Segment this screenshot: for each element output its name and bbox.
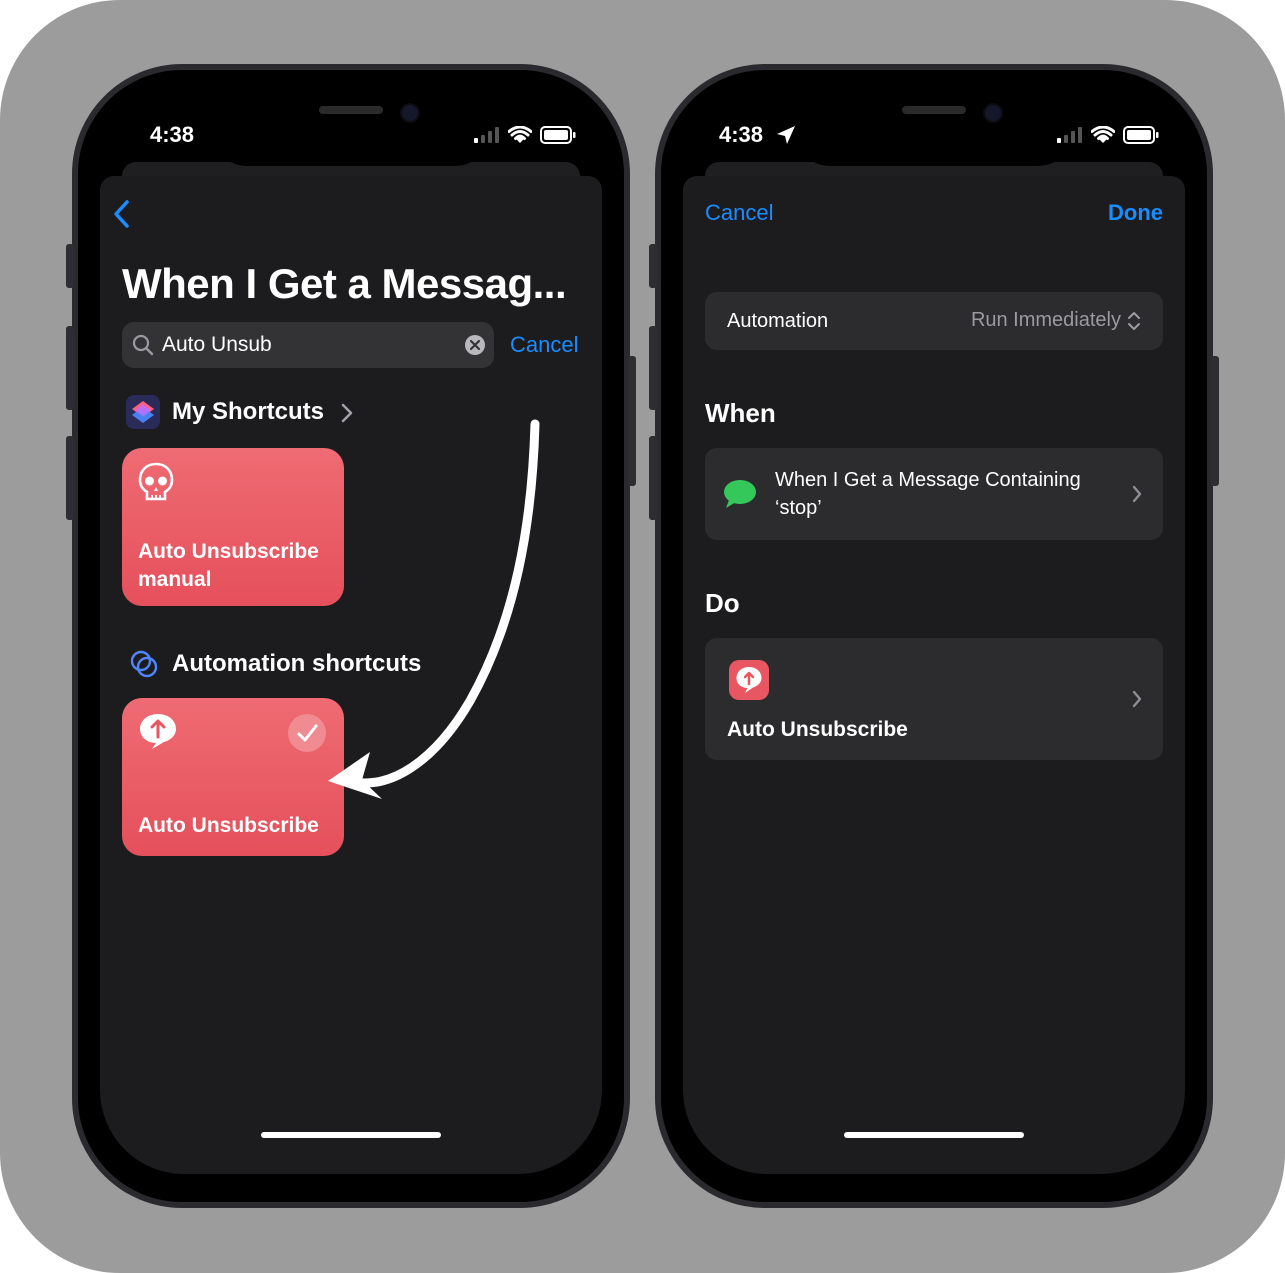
volume-up-button [66,326,74,410]
left-screen: When I Get a Messag... Auto Unsub Cancel [100,176,602,1174]
status-icons [474,126,576,144]
do-action-label: Auto Unsubscribe [727,718,908,741]
signal-icon [474,127,499,143]
status-time: 4:38 [150,122,195,147]
done-button[interactable]: Done [1108,200,1163,226]
messages-icon [724,480,756,508]
home-indicator [844,1132,1024,1138]
front-camera [983,103,1003,123]
battery-icon [540,126,576,144]
when-trigger-row[interactable]: When I Get a Message Containing ‘stop’ [705,448,1163,540]
arrow-annotation [328,419,540,799]
status-icons [1057,126,1159,144]
status-time: 4:38 [719,122,764,147]
when-trigger-line2: ‘stop’ [775,497,822,519]
automation-row[interactable]: Automation Run Immediately [705,292,1163,350]
automation-value[interactable]: Run Immediately [971,309,1121,332]
left-phone-frame: 4:38 When I Get a Messag... Auto Unsub C… [66,64,636,1208]
battery-icon [1123,126,1159,144]
speaker [319,106,383,114]
right-phone-frame: 4:38 Cancel Done Automation Run Immediat… [649,64,1219,1208]
upload-bubble-icon [729,660,769,700]
signal-icon [1057,127,1082,143]
volume-up-button [649,326,657,410]
wifi-icon [1091,126,1115,143]
front-camera [400,103,420,123]
volume-down-button [66,436,74,520]
mute-switch [66,244,74,288]
side-button [1211,356,1219,486]
do-header: Do [705,588,740,618]
mute-switch [649,244,657,288]
right-screen: Cancel Done Automation Run Immediately W… [683,176,1185,1174]
chevron-right-icon [1132,485,1142,503]
when-trigger-line1: When I Get a Message Containing [775,469,1081,491]
chevron-right-icon [1132,690,1142,708]
cancel-button[interactable]: Cancel [705,200,773,226]
side-button [628,356,636,486]
home-indicator [261,1132,441,1138]
speaker [902,106,966,114]
up-down-chevron-icon [1128,312,1140,330]
automation-label: Automation [727,310,829,332]
location-arrow-icon [777,126,795,144]
wifi-icon [508,126,532,143]
volume-down-button [649,436,657,520]
when-header: When [705,398,776,428]
do-action-row[interactable]: Auto Unsubscribe [705,638,1163,760]
